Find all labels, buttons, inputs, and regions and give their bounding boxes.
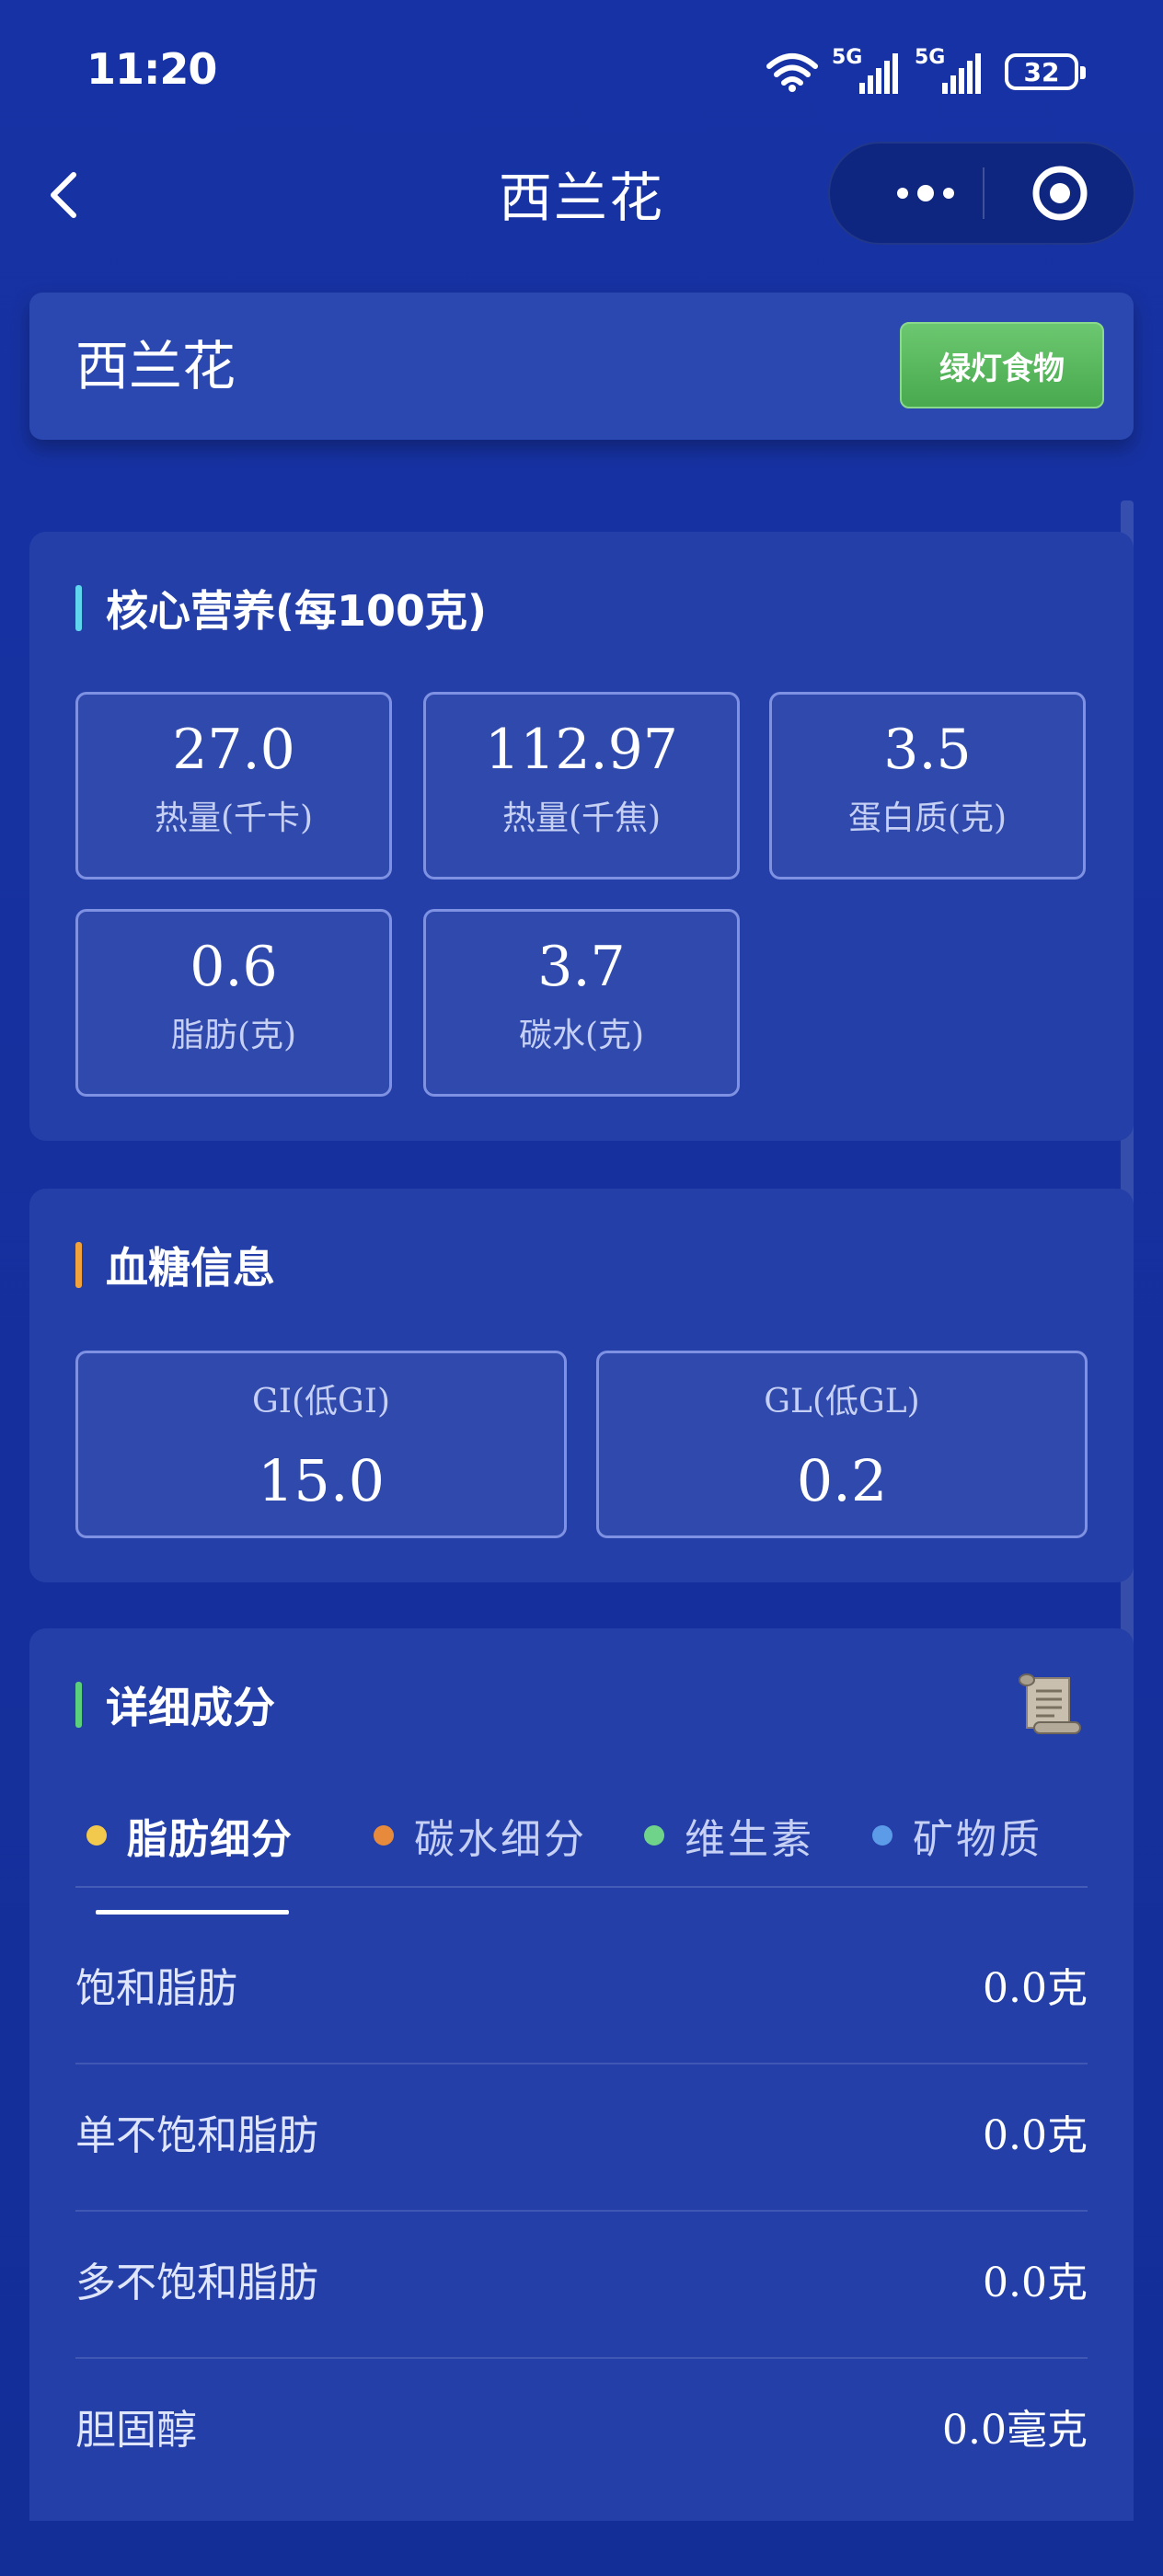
- cellular-signal-icon-2: 5G: [915, 46, 985, 98]
- tab-carb-breakdown[interactable]: 碳水细分: [374, 1785, 587, 1886]
- detail-tabs: 脂肪细分 碳水细分 维生素 矿物质: [75, 1785, 1088, 1888]
- target-circle-icon: [1032, 166, 1088, 221]
- capsule-divider: [983, 167, 985, 219]
- stat-label: 热量(千卡): [154, 799, 314, 837]
- tab-label: 脂肪细分: [127, 1816, 293, 1863]
- nutrient-name: 多不饱和脂肪: [75, 2260, 318, 2306]
- tab-dot: [872, 1825, 892, 1846]
- accent-bar: [75, 1242, 82, 1288]
- status-bar: 11:20 5G 5G 32: [0, 0, 1163, 138]
- tab-dot: [644, 1825, 664, 1846]
- section-title: 详细成分: [106, 1683, 275, 1732]
- stat-protein: 3.5 蛋白质(克): [769, 692, 1086, 880]
- active-tab-indicator: [96, 1910, 289, 1915]
- gi-box: GI(低GI) 15.0: [75, 1351, 567, 1538]
- accent-bar: [75, 585, 82, 631]
- nutrient-amount: 0.0克: [983, 1965, 1088, 2012]
- stat-value: 0.6: [190, 935, 278, 999]
- tab-label: 矿物质: [913, 1816, 1042, 1863]
- stat-value: 3.7: [537, 935, 626, 999]
- core-nutrition-card: 核心营养(每100克) 27.0 热量(千卡) 112.97 热量(千焦) 3.…: [29, 532, 1134, 1141]
- tab-minerals[interactable]: 矿物质: [872, 1785, 1042, 1886]
- nutrient-row: 饱和脂肪 0.0克: [75, 1915, 1088, 2064]
- status-time: 11:20: [86, 44, 217, 94]
- gi-label: GI(低GI): [251, 1383, 391, 1420]
- stat-label: 热量(千焦): [501, 799, 662, 837]
- nutrient-name: 单不饱和脂肪: [75, 2112, 318, 2159]
- tab-fat-breakdown[interactable]: 脂肪细分: [86, 1785, 293, 1886]
- food-header-card: 西兰花 绿灯食物: [29, 293, 1134, 440]
- gl-box: GL(低GL) 0.2: [596, 1351, 1088, 1538]
- stat-label: 脂肪(克): [170, 1017, 297, 1054]
- stat-calories-kj: 112.97 热量(千焦): [423, 692, 740, 880]
- tab-dot: [374, 1825, 394, 1846]
- nutrient-row: 胆固醇 0.0毫克: [75, 2357, 1088, 2504]
- green-light-badge: 绿灯食物: [900, 322, 1104, 408]
- food-name: 西兰花: [75, 335, 236, 397]
- gl-label: GL(低GL): [764, 1383, 920, 1420]
- page: 11:20 5G 5G 32 西兰花 西兰花 绿灯食物 核心营养(每100克) …: [0, 0, 1163, 2576]
- tab-label: 维生素: [685, 1816, 814, 1863]
- wifi-icon: [766, 52, 819, 92]
- stat-value: 3.5: [883, 718, 972, 782]
- section-title: 血糖信息: [106, 1243, 275, 1293]
- gl-value: 0.2: [796, 1447, 888, 1514]
- more-button[interactable]: [870, 144, 981, 243]
- section-header: 详细成分: [75, 1680, 275, 1732]
- more-dot: [897, 188, 908, 199]
- stat-value: 112.97: [485, 718, 678, 782]
- nutrient-amount: 0.0克: [983, 2112, 1088, 2159]
- stat-fat: 0.6 脂肪(克): [75, 909, 392, 1097]
- nutrient-amount: 0.0克: [983, 2260, 1088, 2306]
- close-mini-program-button[interactable]: [1032, 166, 1088, 221]
- more-dot: [943, 188, 954, 199]
- blood-sugar-card: 血糖信息 GI(低GI) 15.0 GL(低GL) 0.2: [29, 1189, 1134, 1582]
- mini-program-capsule: [828, 142, 1135, 245]
- nutrient-name: 饱和脂肪: [75, 1965, 237, 2012]
- stat-carbs: 3.7 碳水(克): [423, 909, 740, 1097]
- stat-label: 碳水(克): [518, 1017, 645, 1054]
- tab-vitamins[interactable]: 维生素: [644, 1785, 814, 1886]
- nutrient-row: 多不饱和脂肪 0.0克: [75, 2210, 1088, 2359]
- nutrient-amount: 0.0毫克: [942, 2407, 1088, 2454]
- stat-label: 蛋白质(克): [847, 799, 1008, 837]
- accent-bar: [75, 1682, 82, 1728]
- tab-dot: [86, 1825, 107, 1846]
- nutrient-name: 胆固醇: [75, 2407, 197, 2454]
- stat-value: 27.0: [172, 718, 295, 782]
- section-title: 核心营养(每100克): [106, 586, 488, 636]
- status-icons: 5G 5G 32: [766, 46, 1086, 98]
- stat-calories-kcal: 27.0 热量(千卡): [75, 692, 392, 880]
- tab-label: 碳水细分: [414, 1816, 587, 1863]
- scroll-icon[interactable]: [1014, 1669, 1084, 1739]
- nutrient-row: 单不饱和脂肪 0.0克: [75, 2063, 1088, 2212]
- details-card: 详细成分 脂肪细分 碳水细分 维生素 矿物质 饱和脂肪 0.0克 单不饱和脂肪 …: [29, 1628, 1134, 2521]
- cellular-signal-icon: 5G: [832, 46, 902, 98]
- gi-value: 15.0: [257, 1447, 386, 1514]
- section-header: 血糖信息: [75, 1240, 275, 1293]
- more-dot: [917, 185, 934, 201]
- battery-icon: 32: [1005, 53, 1086, 90]
- section-header: 核心营养(每100克): [75, 583, 487, 636]
